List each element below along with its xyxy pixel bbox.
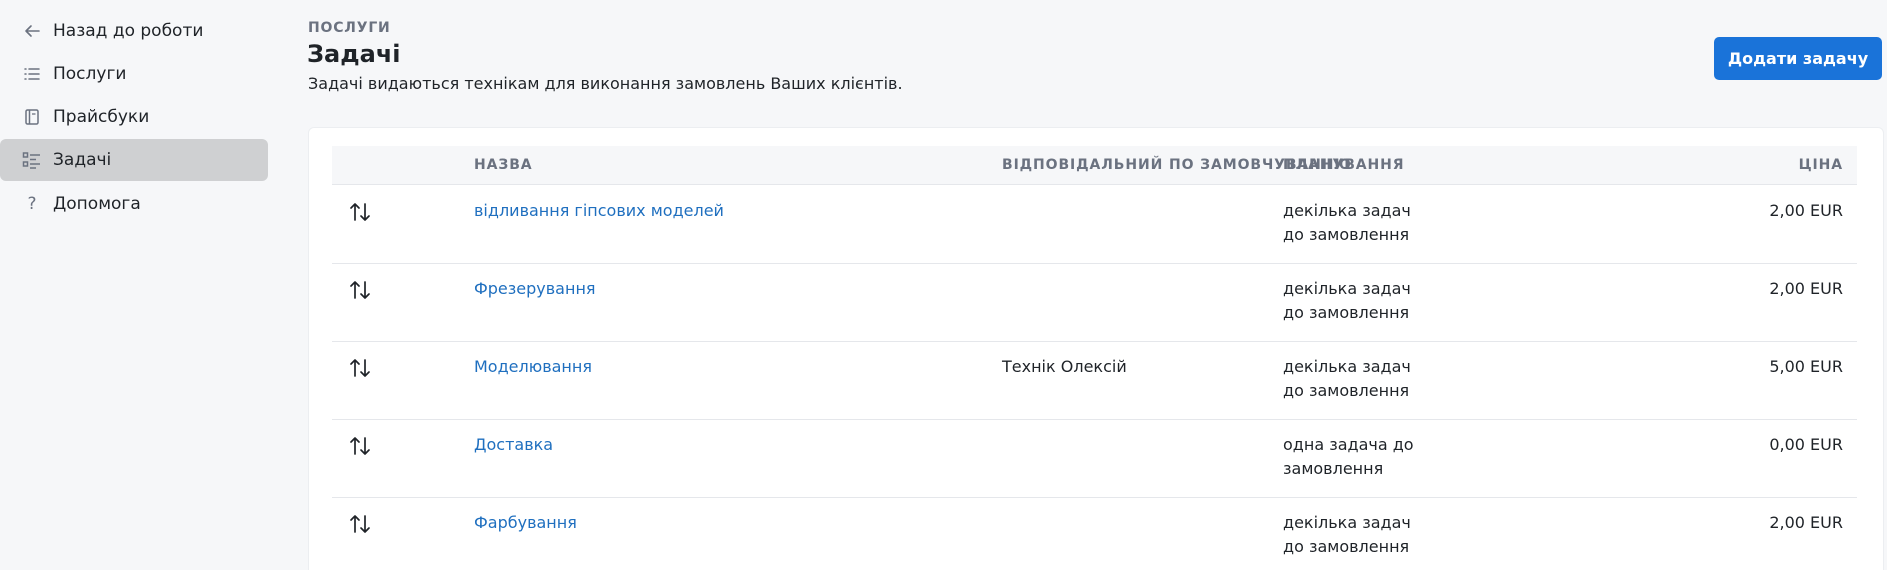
price-cell: 0,00 EUR xyxy=(1769,435,1843,454)
planning-cell: декілька задач до замовлення xyxy=(1283,277,1433,325)
column-header-name[interactable]: НАЗВА xyxy=(474,146,533,184)
page-title: Задачі xyxy=(307,40,401,68)
price-cell: 2,00 EUR xyxy=(1769,279,1843,298)
sidebar-item-back[interactable]: Назад до роботи xyxy=(0,10,268,52)
planning-line: до замовлення xyxy=(1283,303,1410,322)
planning-cell: декілька задач до замовлення xyxy=(1283,355,1433,403)
sidebar: Назад до роботи Послуги Прайсбуки Задачі… xyxy=(0,0,270,570)
planning-cell: декілька задач до замовлення xyxy=(1283,511,1433,559)
sidebar-item-help[interactable]: ? Допомога xyxy=(0,183,268,225)
table-row: відливання гіпсових моделей декілька зад… xyxy=(332,185,1857,264)
planning-line: замовлення xyxy=(1283,459,1384,478)
sidebar-item-label: Допомога xyxy=(53,194,141,214)
sidebar-item-tasks[interactable]: Задачі xyxy=(0,139,268,181)
sort-handle-icon[interactable] xyxy=(348,435,372,457)
sidebar-item-label: Послуги xyxy=(53,64,127,84)
table-row: Фрезерування декілька задач до замовлення… xyxy=(332,263,1857,342)
planning-line: до замовлення xyxy=(1283,381,1410,400)
planning-line: декілька задач xyxy=(1283,201,1411,220)
sidebar-item-label: Задачі xyxy=(53,150,112,170)
planning-line: одна задача до xyxy=(1283,435,1414,454)
sidebar-item-pricebooks[interactable]: Прайсбуки xyxy=(0,96,268,138)
price-cell: 5,00 EUR xyxy=(1769,357,1843,376)
planning-line: декілька задач xyxy=(1283,357,1411,376)
planning-line: до замовлення xyxy=(1283,537,1410,556)
table-row: Моделювання Технік Олексій декілька зада… xyxy=(332,341,1857,420)
task-list-icon xyxy=(21,149,43,171)
question-icon: ? xyxy=(27,194,37,214)
sort-handle-icon[interactable] xyxy=(348,513,372,535)
price-cell: 2,00 EUR xyxy=(1769,513,1843,532)
column-header-planning[interactable]: ПЛАНУВАННЯ xyxy=(1283,146,1404,184)
task-name-link[interactable]: Фарбування xyxy=(474,511,577,535)
sidebar-item-label: Прайсбуки xyxy=(53,107,150,127)
book-icon xyxy=(21,106,43,128)
arrow-left-icon xyxy=(21,20,43,42)
planning-cell: одна задача до замовлення xyxy=(1283,433,1433,481)
tasks-table-card: НАЗВА ВІДПОВІДАЛЬНИЙ ПО ЗАМОВЧУВАННЮ ПЛА… xyxy=(308,127,1884,570)
table-header: НАЗВА ВІДПОВІДАЛЬНИЙ ПО ЗАМОВЧУВАННЮ ПЛА… xyxy=(332,146,1857,185)
planning-line: декілька задач xyxy=(1283,279,1411,298)
sidebar-item-label: Назад до роботи xyxy=(53,21,204,41)
task-name-link[interactable]: Доставка xyxy=(474,433,553,457)
sort-handle-icon[interactable] xyxy=(348,201,372,223)
sort-handle-icon[interactable] xyxy=(348,357,372,379)
table-row: Фарбування декілька задач до замовлення 2… xyxy=(332,497,1857,570)
task-name-link[interactable]: відливання гіпсових моделей xyxy=(474,199,724,223)
planning-cell: декілька задач до замовлення xyxy=(1283,199,1433,247)
column-header-price[interactable]: ЦІНА xyxy=(1799,146,1843,184)
app: Назад до роботи Послуги Прайсбуки Задачі… xyxy=(0,0,1887,570)
sidebar-item-services[interactable]: Послуги xyxy=(0,53,268,95)
task-name-link[interactable]: Моделювання xyxy=(474,355,592,379)
planning-line: декілька задач xyxy=(1283,513,1411,532)
responsible-cell: Технік Олексій xyxy=(1002,357,1127,376)
page-subtitle: Задачі видаються технікам для виконання … xyxy=(308,74,903,93)
planning-line: до замовлення xyxy=(1283,225,1410,244)
task-name-link[interactable]: Фрезерування xyxy=(474,277,596,301)
sort-handle-icon[interactable] xyxy=(348,279,372,301)
add-task-button[interactable]: Додати задачу xyxy=(1714,37,1882,80)
list-icon xyxy=(21,63,43,85)
table-row: Доставка одна задача до замовлення 0,00 E… xyxy=(332,419,1857,498)
breadcrumb: ПОСЛУГИ xyxy=(308,20,391,36)
price-cell: 2,00 EUR xyxy=(1769,201,1843,220)
